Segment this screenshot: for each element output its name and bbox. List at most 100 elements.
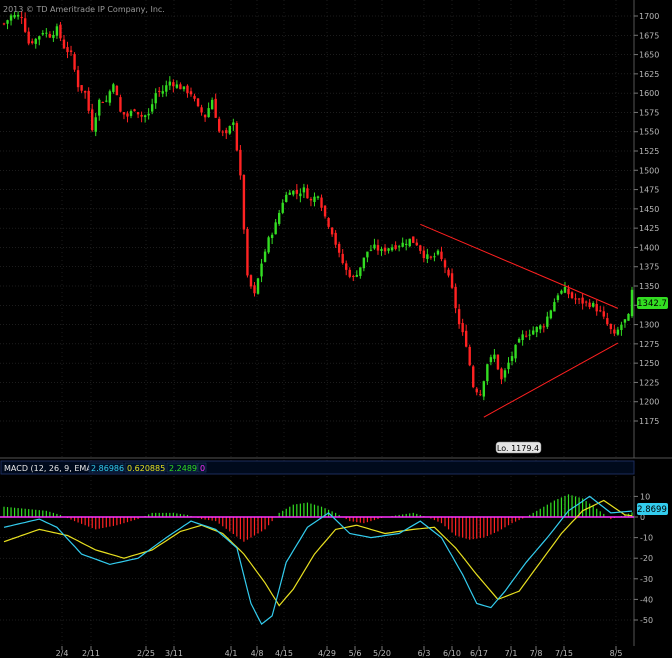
date-tick-label: 5/20	[373, 649, 391, 658]
candle-body	[524, 335, 528, 337]
price-tick-label: 1175	[639, 417, 659, 426]
candle-body	[595, 303, 598, 312]
candle-body	[48, 33, 52, 38]
price-tick-label: 1200	[639, 398, 659, 407]
macd-tick-label: -30	[640, 575, 653, 584]
date-tick-label: 8/5	[610, 649, 623, 658]
candle-body	[69, 50, 73, 52]
date-tick-label: 4/8	[251, 649, 264, 658]
candle-body	[549, 310, 553, 319]
price-tick-label: 1400	[639, 243, 659, 252]
candle-body	[101, 102, 104, 104]
candle-body	[158, 90, 161, 92]
candle-body	[9, 15, 13, 21]
candle-body	[150, 104, 154, 112]
candle-body	[232, 122, 235, 125]
candle-body	[83, 90, 87, 93]
candle-body	[556, 295, 560, 300]
candle-body	[260, 263, 263, 277]
candle-body	[570, 292, 574, 299]
price-tick-label: 1550	[639, 128, 659, 137]
candle-body	[510, 356, 514, 361]
candle-body	[546, 316, 549, 327]
candle-body	[493, 354, 496, 359]
candle-body	[528, 334, 531, 336]
candle-body	[292, 190, 295, 195]
candle-body	[532, 330, 535, 335]
candle-body	[472, 366, 475, 388]
candle-body	[419, 245, 422, 251]
candle-body	[415, 242, 418, 246]
price-tick-label: 1650	[639, 51, 659, 60]
candle-body	[366, 251, 369, 258]
candle-body	[38, 36, 41, 40]
candle-body	[316, 196, 320, 198]
candle-body	[235, 123, 239, 151]
candle-body	[193, 95, 196, 99]
candle-body	[133, 109, 136, 112]
candle-body	[408, 238, 411, 247]
candle-body	[373, 244, 376, 249]
candle-body	[210, 99, 214, 110]
candle-body	[105, 100, 108, 102]
candle-body	[203, 114, 207, 118]
candle-body	[521, 334, 524, 341]
candle-body	[214, 98, 217, 118]
candle-body	[327, 218, 330, 227]
candle-body	[454, 286, 457, 309]
candle-body	[267, 237, 270, 253]
date-tick-label: 5/6	[349, 649, 362, 658]
date-tick-label: 6/17	[470, 649, 488, 658]
candle-body	[620, 324, 623, 331]
candle-body	[147, 113, 150, 116]
date-tick-label: 4/1	[225, 649, 238, 658]
candle-body	[27, 31, 30, 44]
candle-body	[98, 99, 101, 116]
candle-body	[256, 278, 260, 294]
candle-body	[221, 131, 224, 133]
candle-body	[584, 301, 588, 303]
price-tick-label: 1500	[639, 166, 659, 175]
candle-body	[62, 39, 66, 49]
price-tick-label: 1375	[639, 263, 659, 272]
macd-tick-label: -10	[640, 534, 653, 543]
candle-body	[196, 98, 200, 107]
candle-body	[168, 81, 172, 86]
candle-body	[242, 175, 246, 230]
signal-value: 0.620885	[127, 464, 165, 473]
candle-body	[464, 330, 468, 347]
candle-body	[302, 187, 306, 193]
candle-body	[457, 309, 461, 325]
candle-body	[422, 250, 426, 259]
candle-body	[186, 85, 189, 94]
diff-value: 2.24897	[169, 464, 202, 473]
candle-body	[175, 84, 179, 88]
candle-body	[479, 394, 482, 396]
candle-body	[352, 275, 355, 277]
candle-body	[489, 357, 493, 363]
candle-body	[122, 112, 126, 115]
candle-body	[387, 248, 390, 251]
price-tick-label: 1600	[639, 89, 659, 98]
candle-body	[200, 107, 203, 113]
candle-body	[20, 17, 23, 19]
candle-body	[436, 250, 440, 255]
date-tick-label: 2/25	[137, 649, 155, 658]
candle-body	[606, 318, 609, 325]
stock-chart: 1700 1675 1650 1625 1600 1575 1550 1525 1500 1475…	[0, 0, 672, 658]
candle-body	[394, 245, 397, 249]
candle-body	[246, 229, 249, 276]
candle-body	[288, 192, 291, 195]
candle-body	[563, 286, 567, 293]
macd-header[interactable]: MACD (12, 26, 9, EMA) 2.86986 0.620885 2…	[0, 460, 635, 475]
price-tick-label: 1275	[639, 340, 659, 349]
candle-body	[482, 381, 486, 397]
current-price-badge: 1342.7	[637, 297, 668, 309]
candle-body	[401, 242, 404, 247]
candle-body	[6, 20, 9, 24]
date-tick-label: 7/8	[530, 649, 543, 658]
macd-tick-label: -20	[640, 554, 653, 563]
price-tick-label: 1225	[639, 378, 659, 387]
candle-body	[13, 15, 16, 18]
candle-body	[140, 114, 143, 117]
